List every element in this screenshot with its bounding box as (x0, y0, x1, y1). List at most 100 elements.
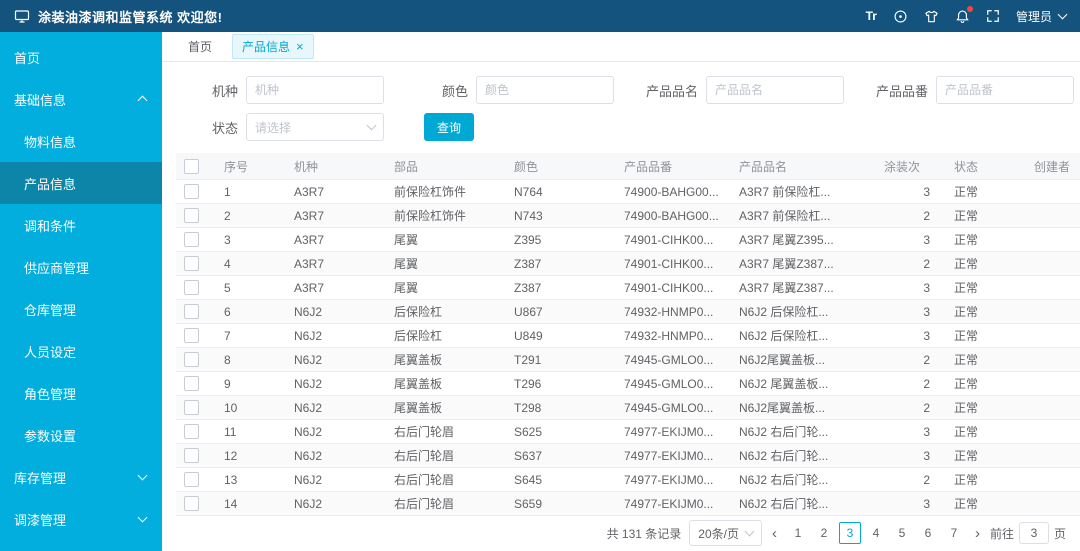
sidebar-item-label: 库存管理 (14, 470, 67, 486)
cell-creator: 张三 (1024, 491, 1080, 516)
close-icon[interactable]: × (296, 40, 304, 53)
chevron-down-icon (1057, 9, 1068, 20)
theme-skin-icon[interactable] (924, 7, 939, 25)
topbar-brand: 涂装油漆调和监管系统 欢迎您! (14, 7, 222, 26)
page-button-4[interactable]: 4 (865, 522, 887, 544)
row-checkbox[interactable] (184, 232, 199, 248)
user-name: 管理员 (1015, 9, 1052, 24)
cell-model: N6J2 (284, 419, 384, 444)
chevron-down-icon (744, 526, 755, 537)
sidebar-item-param-setting[interactable]: 参数设置 (0, 414, 162, 456)
table-row: 6 N6J2 后保险杠 U867 74932-HNMP0... N6J2 后保险杠... 3… (176, 299, 1080, 324)
cell-name: A3R7 前保险杠... (729, 203, 874, 228)
search-button[interactable]: 查询 (424, 113, 475, 141)
cell-coats: 2 (874, 371, 944, 396)
sidebar-item-material-info[interactable]: 物料信息 (0, 120, 162, 162)
user-menu[interactable]: 管理员 (1015, 8, 1068, 25)
cell-model: N6J2 (284, 347, 384, 372)
row-checkbox[interactable] (184, 352, 199, 368)
cell-status: 正常 (944, 275, 1024, 300)
filter-input-model[interactable] (246, 76, 384, 104)
cell-check (176, 467, 214, 492)
filter-input-part-no[interactable] (936, 76, 1074, 104)
cell-creator: 张三 (1024, 275, 1080, 300)
cell-name: N6J2尾翼盖板... (729, 347, 874, 372)
cell-model: A3R7 (284, 179, 384, 204)
cell-coats: 2 (874, 467, 944, 492)
header-cell-part: 部品 (384, 153, 504, 180)
sidebar-item-basic-info[interactable]: 基础信息 (0, 78, 162, 120)
cell-creator: 张三 (1024, 179, 1080, 204)
filter-input-color[interactable] (476, 76, 614, 104)
cell-name: N6J2 右后门轮... (729, 491, 874, 516)
filter-input-product-name[interactable] (706, 76, 844, 104)
sidebar-item-blend-condition[interactable]: 调和条件 (0, 204, 162, 246)
font-size-icon[interactable]: Tr (866, 7, 877, 25)
row-checkbox[interactable] (184, 280, 199, 296)
fullscreen-icon[interactable] (986, 7, 1000, 25)
row-checkbox[interactable] (184, 496, 199, 512)
notification-bell-icon[interactable] (955, 6, 973, 25)
header-cell-model: 机种 (284, 153, 384, 180)
sidebar-item-home[interactable]: 首页 (0, 36, 162, 78)
row-checkbox[interactable] (184, 328, 199, 344)
sidebar-item-label: 基础信息 (14, 92, 67, 108)
app-title: 涂装油漆调和监管系统 欢迎您! (38, 9, 223, 25)
sidebar-item-product-info[interactable]: 产品信息 (0, 162, 162, 204)
cell-status: 正常 (944, 251, 1024, 276)
row-checkbox[interactable] (184, 376, 199, 392)
page-size-select[interactable]: 20条/页 (689, 520, 762, 546)
page-button-7[interactable]: 7 (943, 522, 965, 544)
tab-product-info[interactable]: 产品信息 × (232, 34, 314, 59)
sidebar-item-warehouse-mgmt[interactable]: 仓库管理 (0, 288, 162, 330)
page-button-3[interactable]: 3 (838, 522, 861, 544)
page-button-2[interactable]: 2 (813, 522, 835, 544)
page-button-1[interactable]: 1 (787, 522, 809, 544)
sidebar-item-label: 调漆管理 (14, 512, 67, 528)
cell-seq: 7 (214, 323, 284, 348)
row-checkbox[interactable] (184, 400, 199, 416)
cell-coats: 3 (874, 275, 944, 300)
cell-status: 正常 (944, 371, 1024, 396)
page-button-6[interactable]: 6 (917, 522, 939, 544)
cell-creator: 张三 (1024, 419, 1080, 444)
row-checkbox[interactable] (184, 424, 199, 440)
cell-status: 正常 (944, 467, 1024, 492)
pager-pages: 1234567 (787, 522, 965, 544)
row-checkbox[interactable] (184, 256, 199, 272)
filter-select-status[interactable]: 请选择 (246, 113, 384, 141)
target-icon[interactable] (893, 7, 908, 25)
row-checkbox[interactable] (184, 184, 199, 200)
row-checkbox[interactable] (184, 208, 199, 224)
filter-label-status: 状态 (211, 120, 238, 136)
tab-home[interactable]: 首页 (178, 34, 222, 59)
cell-part_no: 74945-GMLO0... (614, 347, 729, 372)
table-header-row: 序号机种部品颜色产品品番产品品名涂装次状态创建者创建时间 (176, 153, 1080, 180)
page-button-5[interactable]: 5 (891, 522, 913, 544)
cell-color: T296 (504, 371, 614, 396)
row-checkbox[interactable] (184, 304, 199, 320)
goto-page-input[interactable] (1018, 522, 1049, 544)
chevron-up-icon (137, 95, 148, 106)
table-row: 13 N6J2 右后门轮眉 S645 74977-EKIJM0... N6J2 右后门轮.… (176, 467, 1080, 492)
sidebar-item-role-mgmt[interactable]: 角色管理 (0, 372, 162, 414)
sidebar-item-paint-mgmt[interactable]: 调漆管理 (0, 498, 162, 540)
filter-field-color: 颜色 (408, 76, 614, 104)
cell-color: T291 (504, 347, 614, 372)
sidebar-item-label: 首页 (14, 50, 41, 66)
data-table: 序号机种部品颜色产品品番产品品名涂装次状态创建者创建时间 1A3R7前保险杠饰件… (176, 153, 1080, 516)
cell-part_no: 74901-CIHK00... (614, 275, 729, 300)
sidebar-item-personnel-setting[interactable]: 人员设定 (0, 330, 162, 372)
sidebar-item-inventory-mgmt[interactable]: 库存管理 (0, 456, 162, 498)
cell-creator: 张三 (1024, 467, 1080, 492)
header-cell-status: 状态 (944, 153, 1024, 180)
notification-badge (966, 6, 973, 12)
cell-part: 尾翼 (384, 251, 504, 276)
cell-color: Z387 (504, 275, 614, 300)
next-page-button[interactable]: › (973, 525, 982, 542)
row-checkbox[interactable] (184, 448, 199, 464)
row-checkbox[interactable] (184, 472, 199, 488)
sidebar-item-supplier-mgmt[interactable]: 供应商管理 (0, 246, 162, 288)
select-all-checkbox[interactable] (184, 158, 199, 174)
prev-page-button[interactable]: ‹ (770, 525, 779, 542)
